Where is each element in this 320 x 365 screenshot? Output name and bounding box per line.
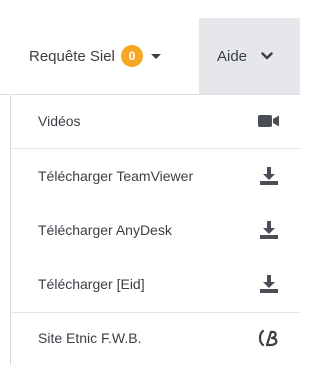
aide-label: Aide: [217, 47, 248, 65]
menu-item-download-teamviewer[interactable]: Télécharger TeamViewer: [11, 149, 300, 203]
menu-item-label: Site Etnic F.W.B.: [38, 330, 142, 346]
menu-item-download-eid[interactable]: Télécharger [Eid]: [11, 257, 300, 311]
video-camera-icon: [257, 111, 281, 131]
navbar: Requête Siel 0 Aide: [0, 18, 300, 95]
menu-item-site-etnic[interactable]: Site Etnic F.W.B.: [11, 313, 300, 363]
menu-item-label: Télécharger TeamViewer: [38, 168, 194, 184]
chevron-down-icon: [261, 52, 273, 60]
download-icon: [257, 166, 281, 186]
etnic-logo-icon: [257, 328, 281, 348]
download-icon: [257, 274, 281, 294]
download-icon: [257, 220, 281, 240]
requete-siel-menu[interactable]: Requête Siel 0: [0, 18, 199, 94]
menu-item-label: Télécharger AnyDesk: [38, 222, 172, 238]
caret-down-icon: [150, 53, 161, 59]
menu-item-label: Télécharger [Eid]: [38, 276, 145, 292]
aide-menu[interactable]: Aide: [199, 18, 300, 94]
menu-item-videos[interactable]: Vidéos: [11, 95, 300, 147]
requete-count-badge: 0: [120, 45, 143, 67]
menu-item-label: Vidéos: [38, 113, 81, 129]
top-strip: [0, 0, 300, 18]
requete-siel-label: Requête Siel: [29, 47, 115, 65]
menu-item-download-anydesk[interactable]: Télécharger AnyDesk: [11, 203, 300, 257]
aide-dropdown-menu: Vidéos Télécharger TeamViewer Télécharge…: [10, 95, 300, 365]
